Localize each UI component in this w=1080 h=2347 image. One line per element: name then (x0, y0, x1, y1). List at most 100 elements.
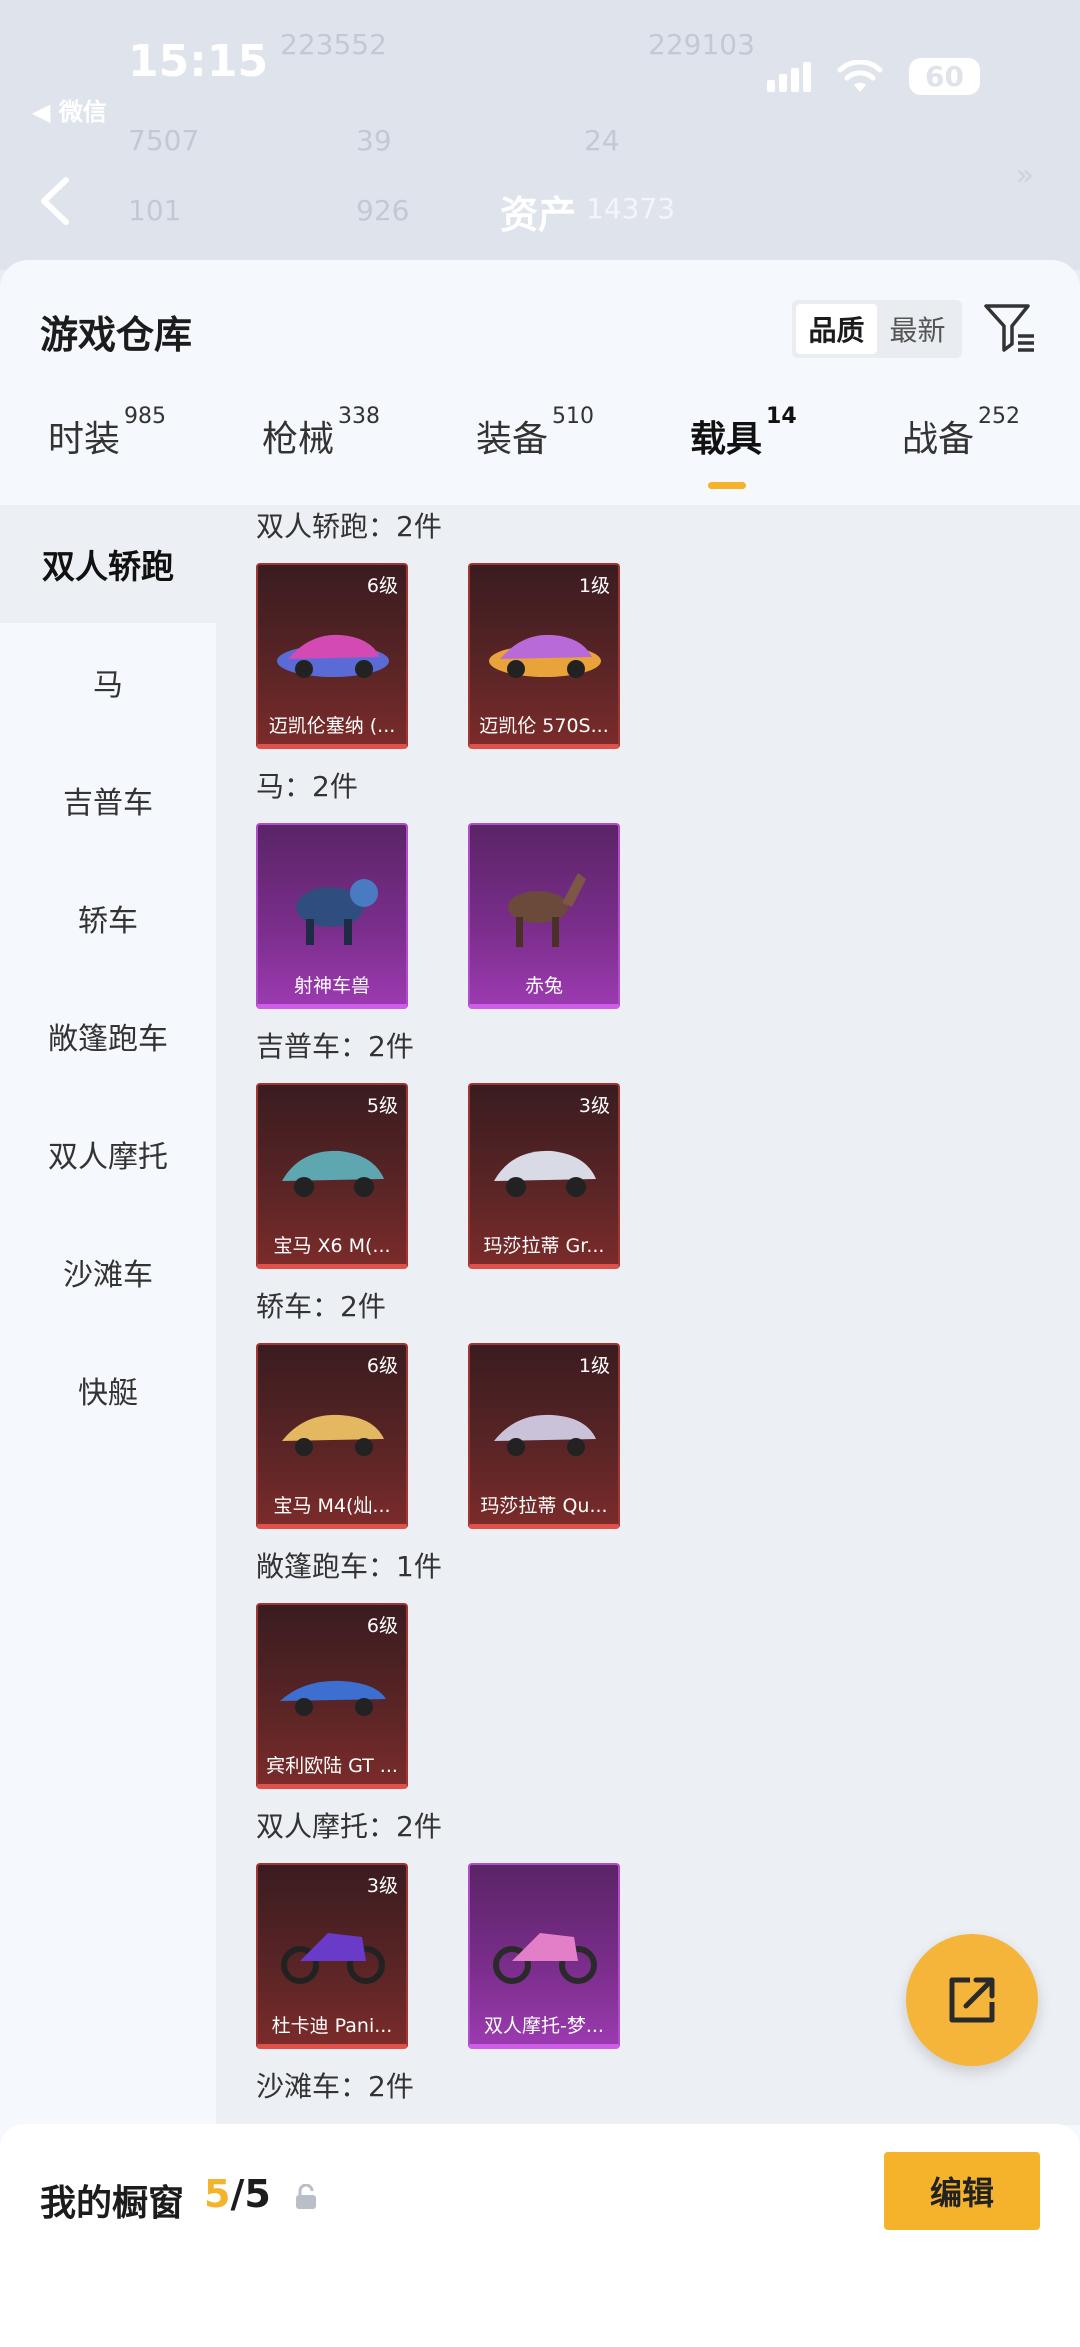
share-icon (949, 1977, 995, 2023)
bg-stat: 24 (584, 124, 620, 157)
item-level: 1级 (578, 575, 610, 597)
car-icon (280, 1680, 386, 1716)
motorcycle-icon (281, 1933, 385, 1984)
vehicle-card[interactable]: 3级 杜卡迪 Pani... (256, 1863, 408, 2049)
item-name: 宝马 M4(灿... (273, 1495, 391, 1517)
bg-stat: 223552 (280, 28, 387, 61)
item-level: 6级 (366, 575, 398, 597)
bg-stat: 101 (128, 194, 182, 227)
asset-value: 14373 (586, 192, 676, 225)
sidebar-item-sedan[interactable]: 轿车 (0, 859, 216, 977)
item-level: 1级 (578, 1355, 610, 1377)
item-name: 赤兔 (524, 975, 563, 997)
item-level: 5级 (366, 1095, 398, 1117)
car-icon (282, 1150, 384, 1197)
tab-weapons[interactable]: 枪械338 (262, 404, 380, 462)
share-button[interactable] (906, 1934, 1038, 2066)
tab-equipment[interactable]: 装备510 (476, 404, 594, 462)
item-name: 杜卡迪 Pani... (271, 2015, 393, 2037)
group-title: 沙滩车：2件 (256, 2070, 414, 2103)
vehicle-card[interactable]: 6级 宝马 M4(灿... (256, 1343, 408, 1529)
car-icon (277, 634, 389, 678)
sidebar-item-horse[interactable]: 马 (0, 623, 216, 741)
sidebar-item-coupe[interactable]: 双人轿跑 (0, 505, 216, 623)
item-level: 3级 (578, 1095, 610, 1117)
status-icons: 60 (767, 58, 980, 95)
battery-indicator: 60 (909, 58, 980, 95)
vehicle-card[interactable]: 双人摩托-梦... (468, 1863, 620, 2049)
back-arrow-icon[interactable] (36, 176, 76, 226)
item-level: 3级 (366, 1875, 398, 1897)
sort-quality-button[interactable]: 品质 (796, 304, 877, 354)
warehouse-content: 双人轿跑 马 吉普车 轿车 敞篷跑车 双人摩托 沙滩车 快艇 双人轿跑：2件 6… (0, 505, 1080, 2125)
group-sedan: 轿车：2件 6级 宝马 M4(灿... 1级 玛莎拉蒂 Qu... (256, 1287, 1076, 1529)
tab-fashion[interactable]: 时装985 (48, 404, 166, 462)
lock-icon (296, 2184, 316, 2209)
group-title: 双人轿跑：2件 (256, 510, 442, 543)
filter-icon[interactable] (982, 300, 1038, 356)
group-title: 马：2件 (256, 770, 358, 803)
wifi-icon (837, 59, 883, 92)
car-icon (489, 634, 601, 678)
sort-toggle: 品质 最新 (792, 300, 962, 358)
bg-stat: 926 (356, 194, 410, 227)
item-name: 宾利欧陆 GT ... (266, 1755, 398, 1777)
vehicle-card[interactable]: 1级 迈凯伦 570S... (468, 563, 620, 749)
group-buggy: 沙滩车：2件 (256, 2067, 1076, 2107)
sheet-title: 游戏仓库 (40, 313, 193, 357)
bg-stat: 39 (356, 124, 392, 157)
group-title: 敞篷跑车：1件 (256, 1550, 442, 1583)
group-title: 吉普车：2件 (256, 1030, 414, 1063)
vehicle-card[interactable]: 6级 迈凯伦塞纳 (... (256, 563, 408, 749)
edit-button[interactable]: 编辑 (884, 2152, 1040, 2230)
horse-icon (508, 873, 586, 947)
item-name: 迈凯伦 570S... (479, 715, 609, 737)
status-time: 15:15 (128, 36, 269, 87)
tab-supplies[interactable]: 战备252 (902, 404, 1020, 462)
sidebar-item-convertible[interactable]: 敞篷跑车 (0, 977, 216, 1095)
sort-latest-button[interactable]: 最新 (877, 304, 958, 354)
sidebar-item-motorcycle[interactable]: 双人摩托 (0, 1095, 216, 1213)
car-icon (494, 1150, 596, 1197)
category-sidebar: 双人轿跑 马 吉普车 轿车 敞篷跑车 双人摩托 沙滩车 快艇 (0, 505, 216, 2125)
double-chevron-icon: » (1015, 158, 1034, 193)
background-header: 223552 229103 7507 39 24 101 926 15:15 6… (0, 0, 1080, 270)
group-jeep: 吉普车：2件 5级 宝马 X6 M(... 3级 玛莎拉蒂 Gr... (256, 1027, 1076, 1269)
tab-vehicles[interactable]: 载具14 (690, 404, 797, 462)
item-level: 6级 (366, 1615, 398, 1637)
back-to-wechat[interactable]: ◀ 微信 (32, 92, 107, 127)
vehicle-card[interactable]: 3级 玛莎拉蒂 Gr... (468, 1083, 620, 1269)
vehicle-card[interactable]: 6级 宾利欧陆 GT ... (256, 1603, 408, 1789)
item-name: 玛莎拉蒂 Gr... (483, 1235, 605, 1257)
signal-icon (767, 61, 812, 92)
motorcycle-icon (493, 1933, 597, 1984)
group-horse: 马：2件 射神车兽 赤兔 (256, 767, 1076, 1009)
showcase-bar: 我的橱窗 5/5 编辑 (0, 2124, 1080, 2347)
group-convertible: 敞篷跑车：1件 6级 宾利欧陆 GT ... (256, 1547, 1076, 1789)
item-name: 射神车兽 (293, 975, 370, 997)
group-title: 双人摩托：2件 (256, 1810, 442, 1843)
sidebar-item-jeep[interactable]: 吉普车 (0, 741, 216, 859)
car-icon (494, 1414, 596, 1456)
item-name: 双人摩托-梦... (484, 2015, 604, 2037)
car-icon (282, 1414, 384, 1456)
item-name: 迈凯伦塞纳 (... (268, 715, 396, 737)
sidebar-item-speedboat[interactable]: 快艇 (0, 1331, 216, 1449)
bg-stat: 7507 (128, 124, 200, 157)
vehicle-card[interactable]: 5级 宝马 X6 M(... (256, 1083, 408, 1269)
asset-label: 资产 (500, 193, 577, 237)
showcase-count: 5/5 (204, 2172, 271, 2216)
item-name: 宝马 X6 M(... (273, 1235, 391, 1257)
bg-stat: 229103 (648, 28, 755, 61)
item-name: 玛莎拉蒂 Qu... (480, 1495, 608, 1517)
category-tabs: 时装985 枪械338 装备510 载具14 战备252 (0, 404, 1080, 505)
vehicle-card[interactable]: 赤兔 (468, 823, 620, 1009)
beast-icon (296, 879, 378, 945)
vehicle-card[interactable]: 射神车兽 (256, 823, 408, 1009)
showcase-label: 我的橱窗 (40, 2183, 185, 2224)
vehicle-card[interactable]: 1级 玛莎拉蒂 Qu... (468, 1343, 620, 1529)
item-list: 双人轿跑：2件 6级 迈凯伦塞纳 (... 1级 迈凯伦 570S... 马：2… (216, 505, 1080, 2125)
item-level: 6级 (366, 1355, 398, 1377)
sidebar-item-buggy[interactable]: 沙滩车 (0, 1213, 216, 1331)
active-tab-indicator (708, 482, 746, 489)
